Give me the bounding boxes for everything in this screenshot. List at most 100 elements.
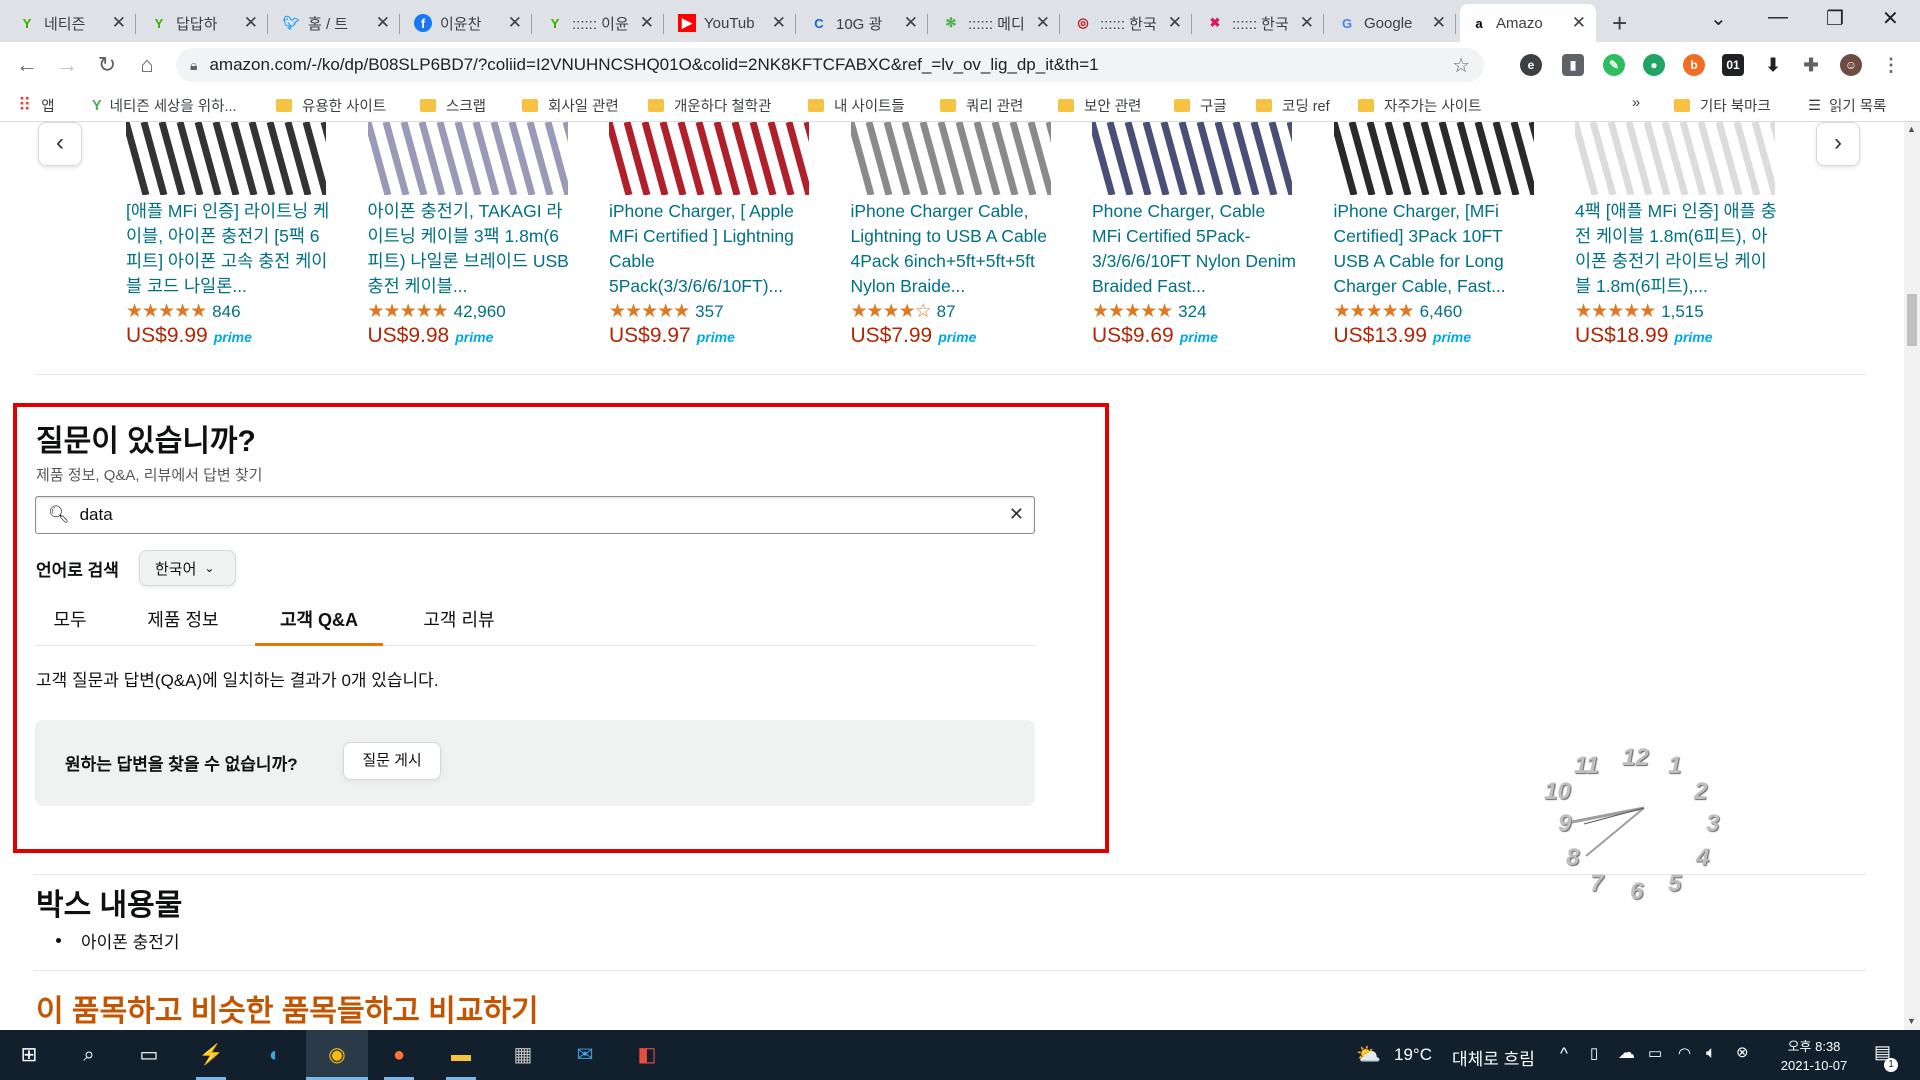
browser-tab[interactable]: ✻:::::: 메디 ✕ [932, 4, 1060, 42]
close-tab-icon[interactable]: ✕ [1300, 13, 1314, 33]
product-image[interactable] [609, 122, 809, 195]
tab-customer-qa[interactable]: 고객 Q&A [255, 602, 383, 646]
carousel-next-button[interactable]: › [1816, 122, 1860, 166]
bookmark-item[interactable]: 쿼리 관련 [940, 95, 1023, 116]
bookmark-item[interactable]: Y 네티즌 세상을 위하... [92, 95, 237, 116]
product-title-link[interactable]: iPhone Charger Cable, Lightning to USB A… [851, 199, 1056, 299]
product-image[interactable] [1092, 122, 1292, 195]
product-rating[interactable]: ★★★★★ 42,960 [368, 299, 573, 324]
battery-icon[interactable]: ▭ [1648, 1044, 1662, 1062]
close-window-icon[interactable]: ✕ [1882, 6, 1899, 31]
cloud-icon[interactable]: ☁ [1618, 1043, 1635, 1063]
product-image[interactable] [850, 122, 1051, 195]
edge-icon[interactable]: ◐ [260, 1040, 290, 1070]
browser-tab[interactable]: Y 네티즌 ✕ [8, 4, 136, 42]
bookmark-item[interactable]: 구글 [1174, 95, 1227, 116]
product-title-link[interactable]: iPhone Charger, [ Apple MFi Certified ] … [609, 199, 814, 299]
product-card[interactable]: 4팩 [애플 MFi 인증] 애플 충전 케이블 1.8m(6피트), 아이폰 … [1575, 122, 1780, 354]
bookmark-star-icon[interactable]: ☆ [1452, 53, 1470, 78]
product-rating[interactable]: ★★★★★ 324 [1092, 299, 1297, 324]
product-card[interactable]: [애플 MFi 인증] 라이트닝 케이블, 아이폰 충전기 [5팩 6피트] 아… [126, 122, 331, 354]
product-title-link[interactable]: [애플 MFi 인증] 라이트닝 케이블, 아이폰 충전기 [5팩 6피트] 아… [126, 199, 331, 299]
product-rating[interactable]: ★★★★★ 1,515 [1575, 299, 1780, 324]
bookmark-item[interactable]: 회사일 관련 [522, 95, 619, 116]
lock-icon[interactable]: 🔒︎ [190, 57, 197, 74]
file-explorer-icon[interactable]: ▬ [446, 1040, 476, 1070]
post-question-button[interactable]: 질문 게시 [343, 742, 441, 780]
mail-icon[interactable]: ✉ [570, 1040, 600, 1070]
bookmark-item[interactable]: 개운하다 철학관 [648, 95, 771, 116]
tab-customer-reviews[interactable]: 고객 리뷰 [401, 602, 517, 646]
product-rating[interactable]: ★★★★★ 357 [609, 299, 814, 324]
product-card[interactable]: 아이폰 충전기, TAKAGI 라이트닝 케이블 3팩 1.8m(6피트) 나일… [367, 122, 573, 354]
chrome-icon[interactable]: ◉ [322, 1040, 352, 1070]
extension-doc-icon[interactable]: ▮ [1562, 54, 1584, 76]
bookmark-item[interactable]: 유용한 사이트 [276, 95, 386, 116]
close-tab-icon[interactable]: ✕ [1168, 13, 1182, 33]
product-title-link[interactable]: 4팩 [애플 MFi 인증] 애플 충전 케이블 1.8m(6피트), 아이폰 … [1575, 199, 1780, 299]
browser-tab[interactable]: f 이윤찬 ✕ [404, 4, 532, 42]
clock-time[interactable]: 오후 8:38 [1764, 1036, 1864, 1055]
browser-tab[interactable]: ▶ YouTub ✕ [668, 4, 796, 42]
close-tab-icon[interactable]: ✕ [508, 13, 522, 33]
bookmark-item[interactable]: 내 사이트들 [808, 95, 905, 116]
scroll-up-icon[interactable]: ▲ [1907, 124, 1916, 134]
tab-product-info[interactable]: 제품 정보 [131, 602, 235, 646]
scroll-thumb[interactable] [1907, 294, 1917, 346]
close-tab-icon[interactable]: ✕ [244, 13, 258, 33]
product-title-link[interactable]: Phone Charger, Cable MFi Certified 5Pack… [1092, 199, 1297, 299]
carousel-prev-button[interactable]: ‹ [38, 122, 82, 166]
reading-list[interactable]: ☰ 읽기 목록 [1808, 95, 1886, 116]
extension-binary-icon[interactable]: 01 [1722, 54, 1744, 76]
page-scrollbar[interactable]: ▲ ▼ [1904, 122, 1920, 1030]
close-tab-icon[interactable]: ✕ [376, 13, 390, 33]
product-image[interactable] [1575, 122, 1775, 195]
tray-overflow-icon[interactable]: ^ [1560, 1044, 1568, 1064]
language-select[interactable]: 한국어 ⌄ [139, 550, 236, 586]
extension-e-icon[interactable]: e [1520, 54, 1542, 76]
volume-icon[interactable]: 🔈︎ [1706, 1043, 1716, 1063]
close-tab-icon[interactable]: ✕ [1036, 13, 1050, 33]
weather-icon[interactable]: ⛅ [1356, 1042, 1381, 1067]
bookmark-item[interactable]: 보안 관련 [1058, 95, 1141, 116]
wifi-icon[interactable]: ◠ [1678, 1044, 1691, 1062]
task-view-icon[interactable]: ▭ [134, 1040, 164, 1070]
tab-search-icon[interactable]: ⌄ [1710, 6, 1727, 31]
close-tab-icon[interactable]: ✕ [1432, 13, 1446, 33]
extensions-puzzle-icon[interactable]: ✚ [1800, 54, 1822, 76]
evernote-icon[interactable]: ✎ [1603, 54, 1625, 76]
bookmark-item[interactable]: 코딩 ref [1256, 95, 1330, 116]
product-card[interactable]: iPhone Charger Cable, Lightning to USB A… [850, 122, 1056, 354]
other-bookmarks[interactable]: 기타 북마크 [1674, 95, 1771, 116]
bookmark-item[interactable]: 스크랩 [420, 95, 486, 116]
scroll-down-icon[interactable]: ▼ [1907, 1016, 1916, 1026]
search-icon[interactable]: ⌕ [74, 1040, 104, 1070]
weather-temp[interactable]: 19°C [1394, 1045, 1432, 1065]
forward-icon[interactable]: → [52, 50, 82, 80]
clear-search-icon[interactable]: ✕ [1009, 504, 1024, 525]
product-rating[interactable]: ★★★★★ 6,460 [1334, 299, 1539, 324]
close-tab-icon[interactable]: ✕ [1572, 13, 1586, 33]
store-icon[interactable]: ▦ [508, 1040, 538, 1070]
firefox-icon[interactable]: ● [384, 1040, 414, 1070]
app-pinned-icon[interactable]: ⚡ [196, 1040, 226, 1070]
bookmark-item[interactable]: 자주가는 사이트 [1358, 95, 1481, 116]
browser-tab[interactable]: a Amazo ✕ [1460, 4, 1596, 42]
close-tab-icon[interactable]: ✕ [772, 13, 786, 33]
browser-tab[interactable]: C 10G 광 ✕ [800, 4, 928, 42]
close-tab-icon[interactable]: ✕ [904, 13, 918, 33]
language-indicator-icon[interactable]: ⊗ [1736, 1043, 1749, 1061]
reload-icon[interactable]: ↻ [92, 50, 122, 80]
restore-icon[interactable]: ❐ [1826, 6, 1844, 31]
address-bar[interactable]: 🔒︎ amazon.com/-/ko/dp/B08SLP6BD7/?coliid… [176, 48, 1484, 82]
browser-tab[interactable]: G Google ✕ [1328, 4, 1456, 42]
minimize-icon[interactable]: — [1768, 6, 1788, 29]
product-image[interactable] [367, 122, 568, 195]
back-icon[interactable]: ← [12, 50, 42, 80]
home-icon[interactable]: ⌂ [132, 50, 162, 80]
browser-tab[interactable]: ◎:::::: 한국 ✕ [1064, 4, 1192, 42]
product-image[interactable] [126, 122, 326, 195]
product-card[interactable]: iPhone Charger, [MFi Certified] 3Pack 10… [1333, 122, 1539, 354]
browser-tab[interactable]: 🐦︎ 홈 / 트 ✕ [272, 4, 400, 42]
tab-all[interactable]: 모두 [35, 602, 105, 646]
